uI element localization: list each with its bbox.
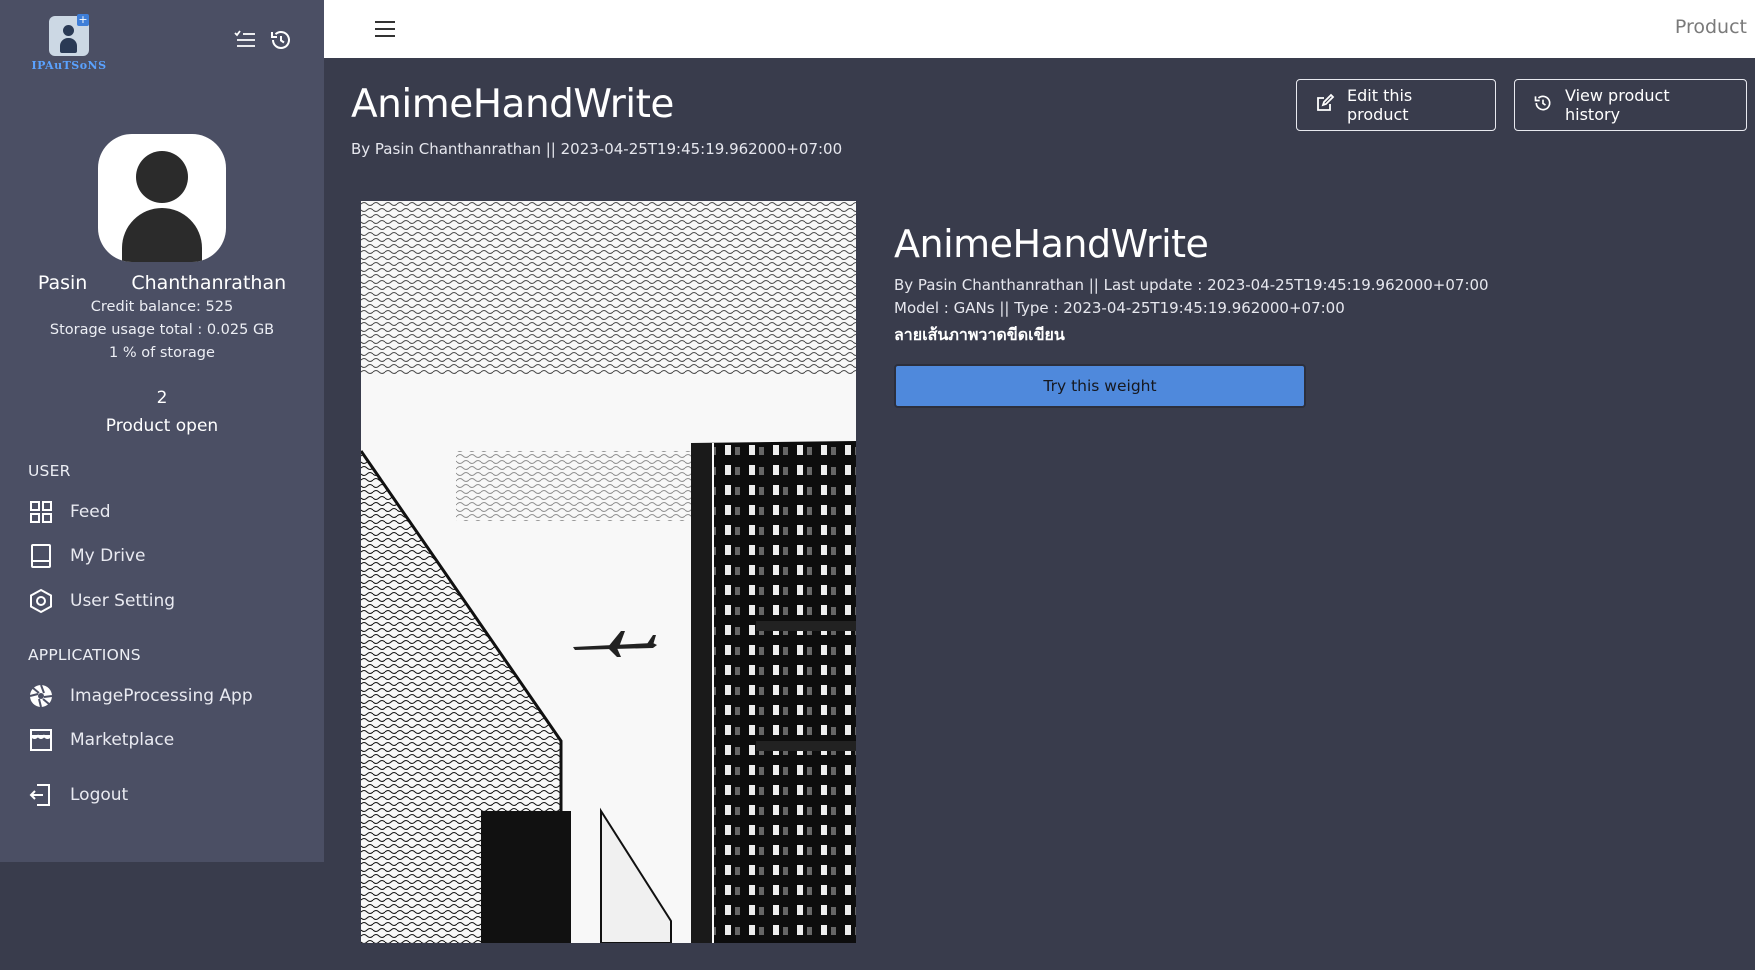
section-title-applications: APPLICATIONS	[28, 646, 141, 664]
nav-item-user-setting[interactable]: User Setting	[26, 584, 306, 618]
section-title-user: USER	[28, 462, 71, 480]
topbar: Product	[324, 0, 1755, 58]
nav-item-label: My Drive	[70, 546, 146, 566]
view-history-label: View product history	[1565, 86, 1670, 124]
nav-item-label: User Setting	[70, 591, 176, 611]
hexagon-setting-icon	[26, 586, 56, 616]
detail-title: AnimeHandWrite	[894, 222, 1209, 266]
nav-item-imageprocessing-app[interactable]: ImageProcessing App	[26, 679, 306, 713]
grid-icon	[26, 497, 56, 527]
nav-item-feed[interactable]: Feed	[26, 495, 306, 529]
app-logo[interactable]: + IPAuTSoNS	[31, 14, 107, 73]
view-history-button[interactable]: View product history	[1514, 79, 1747, 131]
history-icon	[1533, 93, 1553, 117]
nav-item-logout[interactable]: Logout	[26, 778, 306, 812]
user-last-name: Chanthanrathan	[131, 272, 287, 294]
history-icon[interactable]	[268, 27, 294, 53]
user-first-name: Pasin	[37, 272, 88, 294]
detail-description: ลายเส้นภาพวาดขีดเขียน	[894, 325, 1065, 344]
user-avatar	[98, 134, 226, 262]
edit-icon	[1315, 93, 1335, 117]
page-title: AnimeHandWrite	[351, 82, 674, 127]
nav-item-my-drive[interactable]: My Drive	[26, 539, 306, 573]
product-open-label: Product open	[105, 416, 219, 436]
hamburger-menu-icon[interactable]	[372, 16, 398, 42]
aperture-icon	[26, 681, 56, 711]
list-check-icon[interactable]	[232, 27, 258, 53]
topbar-title: Product	[1674, 16, 1747, 38]
logout-icon	[26, 780, 56, 810]
detail-author-update: By Pasin Chanthanrathan || Last update :…	[894, 276, 1489, 294]
nav-item-label: Marketplace	[70, 730, 175, 750]
nav-item-marketplace[interactable]: Marketplace	[26, 723, 306, 757]
credit-balance: Credit balance: 525	[90, 299, 234, 315]
detail-model-type: Model : GANs || Type : 2023-04-25T19:45:…	[894, 299, 1345, 317]
product-preview-image	[361, 201, 856, 943]
page-subtitle: By Pasin Chanthanrathan || 2023-04-25T19…	[351, 140, 843, 158]
storage-usage-total: Storage usage total : 0.025 GB	[49, 322, 275, 338]
product-open-count: 2	[156, 388, 168, 408]
edit-product-label: Edit this product	[1347, 86, 1413, 124]
nav-item-label: ImageProcessing App	[70, 686, 253, 706]
store-icon	[26, 725, 56, 755]
drive-icon	[26, 541, 56, 571]
storage-percent: 1 % of storage	[109, 345, 215, 361]
user-name: Pasin Chanthanrathan	[0, 272, 324, 294]
logo-text: IPAuTSoNS	[31, 59, 107, 72]
sidebar: + IPAuTSoNS Pasin Chanthanrathan Credit …	[0, 0, 324, 862]
try-weight-button[interactable]: Try this weight	[894, 364, 1306, 408]
nav-item-label: Feed	[70, 502, 111, 522]
nav-item-label: Logout	[70, 785, 129, 805]
edit-product-button[interactable]: Edit this product	[1296, 79, 1496, 131]
logo-mark-icon: +	[49, 14, 89, 56]
